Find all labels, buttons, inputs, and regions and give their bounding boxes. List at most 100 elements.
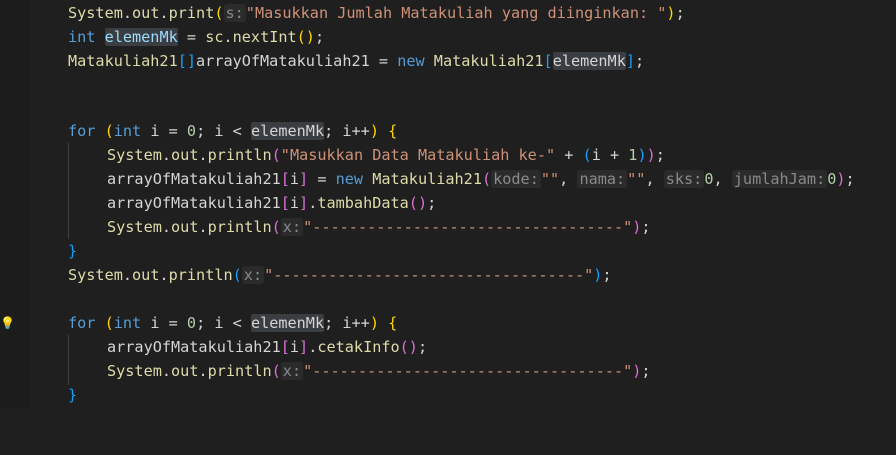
token: .	[161, 146, 172, 164]
token: out	[171, 218, 199, 236]
inlay-hint: sks:	[663, 170, 705, 188]
token: )	[666, 4, 676, 22]
token: (	[481, 170, 492, 188]
token: {	[378, 314, 398, 332]
token: i	[289, 194, 300, 212]
token: tambahData	[317, 194, 409, 212]
token: ,	[713, 170, 732, 188]
token: out	[132, 266, 160, 284]
code-line-for-2[interactable]: for (int i = 0; i < elemenMk; i++) {	[31, 312, 896, 336]
code-line-tambahdata[interactable]: arrayOfMatakuliah21[i].tambahData();	[31, 192, 896, 216]
token: print	[168, 4, 215, 22]
token: ;	[417, 338, 428, 356]
token: .	[161, 218, 172, 236]
inlay-hint: jumlahJam:	[731, 170, 828, 188]
token: .	[198, 362, 208, 380]
code-line-new-matakuliah[interactable]: arrayOfMatakuliah21[i] = new Matakuliah2…	[31, 168, 896, 192]
token: i =	[141, 314, 187, 332]
token: (	[104, 122, 114, 140]
code-line-print-prompt[interactable]: System.out.print(s: "Masukkan Jumlah Mata…	[31, 2, 896, 26]
code-line-println-separator-1[interactable]: System.out.println(x: "------------------…	[31, 216, 896, 240]
token: elemenMk	[552, 52, 626, 70]
token: "----------------------------------"	[303, 362, 633, 380]
code-content: System.out.println(x: "------------------…	[107, 360, 651, 384]
token: ,	[559, 170, 578, 188]
code-line-println-separator-2[interactable]: System.out.println(x: "------------------…	[31, 264, 896, 288]
token: ;	[427, 194, 437, 212]
token: ;	[314, 28, 325, 46]
token: .	[159, 266, 169, 284]
token: )	[836, 170, 846, 188]
token: arrayOfMatakuliah21	[107, 194, 281, 212]
token: ;	[845, 170, 855, 188]
token: System	[107, 362, 162, 380]
token: ;	[641, 362, 651, 380]
code-line-int-elemenmk[interactable]: int elemenMk = sc.nextInt();	[31, 26, 896, 50]
token: .	[122, 266, 133, 284]
code-content: for (int i = 0; i < elemenMk; i++) {	[68, 312, 397, 336]
token: =	[177, 28, 206, 46]
token: (	[232, 266, 242, 284]
token: ;	[675, 4, 685, 22]
token: {	[378, 122, 398, 140]
code-content: arrayOfMatakuliah21[i] = new Matakuliah2…	[107, 168, 855, 192]
token: ()	[296, 28, 315, 46]
token: ; i <	[196, 122, 251, 140]
lightbulb-icon[interactable]: 💡	[0, 316, 15, 330]
code-line-for-1[interactable]: for (int i = 0; i < elemenMk; i++) {	[31, 120, 896, 144]
token: 0	[186, 314, 197, 332]
code-content: arrayOfMatakuliah21[i].tambahData();	[107, 192, 436, 216]
inlay-hint: kode:	[491, 170, 541, 188]
token: i	[289, 338, 300, 356]
token: .	[308, 338, 318, 356]
token: i +	[591, 146, 629, 164]
code-content: for (int i = 0; i < elemenMk; i++) {	[68, 120, 397, 144]
code-line-close-brace-2[interactable]: }	[31, 384, 896, 408]
token: elemenMk	[250, 122, 325, 140]
token: ;	[602, 266, 612, 284]
token: System	[68, 4, 123, 22]
token: )	[637, 146, 647, 164]
code-line-close-brace-1[interactable]: }	[31, 240, 896, 264]
token: println	[168, 266, 233, 284]
token: [	[543, 52, 553, 70]
token: [	[280, 338, 290, 356]
code-line-println-data[interactable]: System.out.println("Masukkan Data Mataku…	[31, 144, 896, 168]
token: elemenMk	[104, 28, 178, 46]
token: ]	[299, 338, 309, 356]
token: ;	[635, 52, 645, 70]
token: arrayOfMatakuliah21	[107, 338, 281, 356]
token: ()	[399, 338, 418, 356]
code-content: System.out.print(s: "Masukkan Jumlah Mata…	[68, 2, 685, 26]
token: .	[198, 146, 208, 164]
token: int	[113, 314, 142, 332]
token: nextInt	[232, 28, 297, 46]
code-editor[interactable]: 💡 System.out.print(s: "Masukkan Jumlah Ma…	[0, 0, 896, 409]
token: ]	[625, 52, 635, 70]
closing-brace: }	[68, 242, 78, 260]
token: )	[369, 122, 379, 140]
token: Matakuliah21	[433, 52, 544, 70]
token: ; i++	[324, 122, 370, 140]
token: (	[214, 4, 224, 22]
token: new	[397, 52, 425, 70]
code-line-cetakinfo[interactable]: arrayOfMatakuliah21[i].cetakInfo();	[31, 336, 896, 360]
code-line-println-separator-3[interactable]: System.out.println(x: "------------------…	[31, 360, 896, 384]
code-line-array-declare[interactable]: Matakuliah21[]arrayOfMatakuliah21 = new …	[31, 50, 896, 74]
token: ; i <	[196, 314, 251, 332]
token: []	[177, 52, 197, 70]
token: )	[646, 146, 656, 164]
token: .	[198, 218, 208, 236]
token: ;	[641, 218, 651, 236]
token: ; i++	[324, 314, 370, 332]
token: new	[335, 170, 364, 188]
token: .	[159, 4, 169, 22]
token: "----------------------------------"	[264, 266, 594, 284]
token: (	[271, 362, 281, 380]
code-content: System.out.println(x: "------------------…	[107, 216, 651, 240]
token: ,	[645, 170, 664, 188]
code-content: arrayOfMatakuliah21[i].cetakInfo();	[107, 336, 427, 360]
